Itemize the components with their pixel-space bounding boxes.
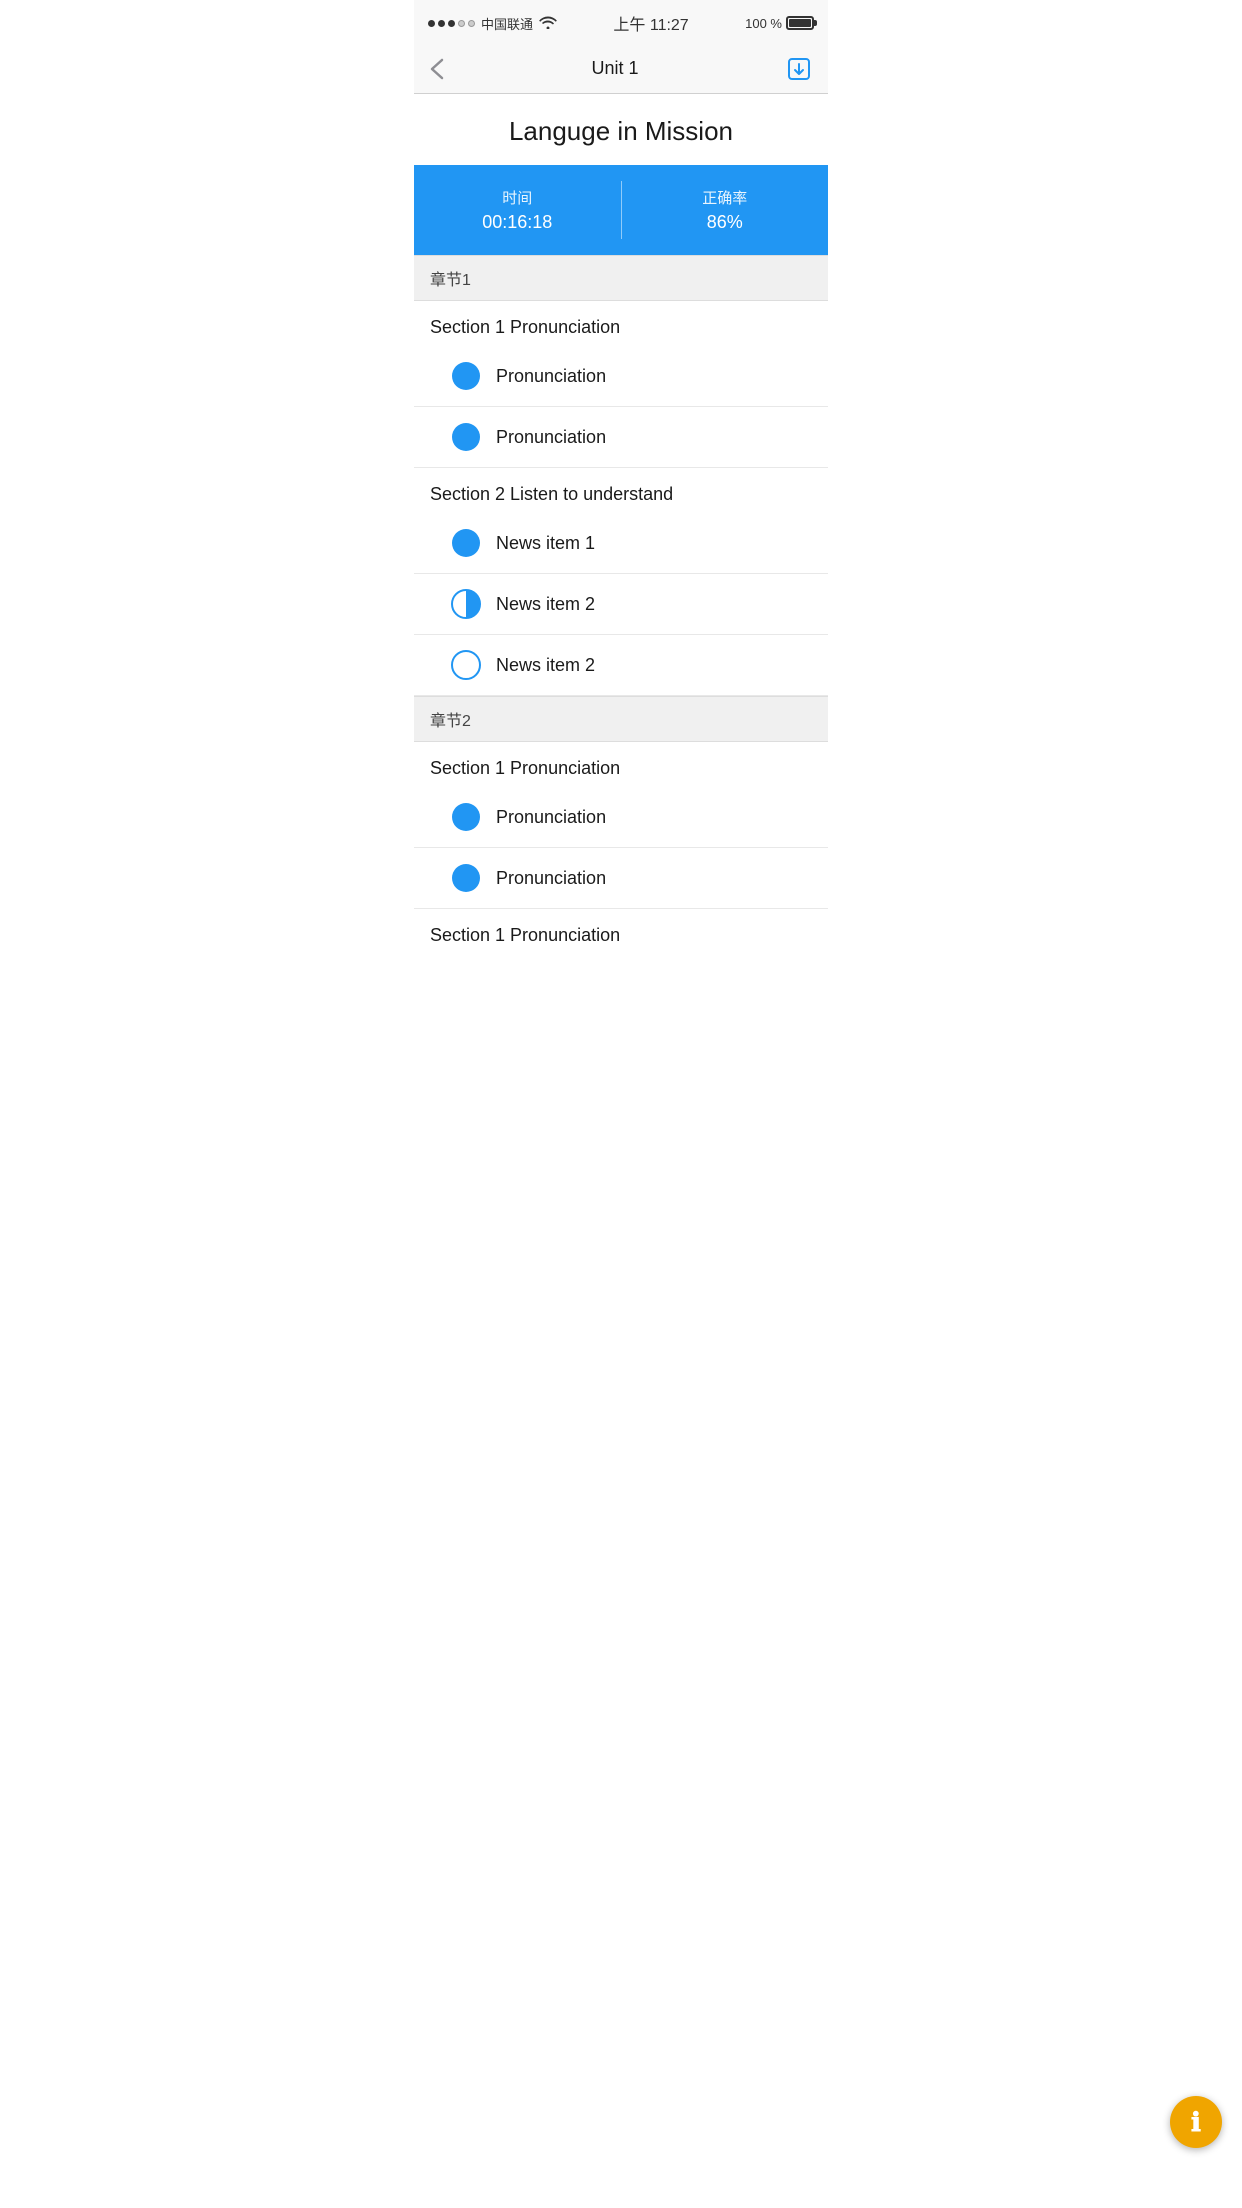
chapter-header-2: 章节2 bbox=[414, 696, 828, 742]
signal-dots bbox=[428, 20, 475, 27]
signal-dot-1 bbox=[428, 20, 435, 27]
section-header-4: Section 1 Pronunciation bbox=[414, 909, 828, 954]
page-title-section: Languge in Mission bbox=[414, 94, 828, 165]
accuracy-value: 86% bbox=[707, 212, 743, 233]
battery-percent: 100 % bbox=[745, 16, 782, 31]
back-button[interactable] bbox=[430, 58, 444, 80]
half-circle-icon bbox=[450, 588, 482, 620]
info-button[interactable]: ℹ bbox=[1170, 2096, 1222, 2148]
nav-title: Unit 1 bbox=[591, 58, 638, 79]
status-right: 100 % bbox=[745, 16, 814, 31]
list-item[interactable]: News item 1 bbox=[414, 513, 828, 574]
signal-dot-3 bbox=[448, 20, 455, 27]
item-label: News item 2 bbox=[496, 594, 595, 615]
carrier-label: 中国联通 bbox=[481, 14, 533, 33]
full-circle-icon bbox=[450, 527, 482, 559]
status-time: 上午 11:27 bbox=[613, 11, 688, 35]
battery-icon bbox=[786, 16, 814, 30]
chapter-header-1: 章节1 bbox=[414, 255, 828, 301]
wifi-icon bbox=[539, 15, 557, 32]
stat-accuracy: 正确率 86% bbox=[622, 165, 829, 255]
signal-dot-2 bbox=[438, 20, 445, 27]
list-item[interactable]: Pronunciation bbox=[414, 346, 828, 407]
nav-bar: Unit 1 bbox=[414, 44, 828, 94]
full-circle-icon bbox=[450, 360, 482, 392]
stats-banner: 时间 00:16:18 正确率 86% bbox=[414, 165, 828, 255]
list-item[interactable]: Pronunciation bbox=[414, 848, 828, 909]
full-circle-icon bbox=[450, 862, 482, 894]
list-item[interactable]: News item 2 bbox=[414, 635, 828, 696]
item-label: Pronunciation bbox=[496, 868, 606, 889]
status-bar: 中国联通 上午 11:27 100 % bbox=[414, 0, 828, 44]
section-header-3: Section 1 Pronunciation bbox=[414, 742, 828, 787]
item-label: Pronunciation bbox=[496, 366, 606, 387]
list-item[interactable]: News item 2 bbox=[414, 574, 828, 635]
page-title: Languge in Mission bbox=[430, 116, 812, 147]
list-item[interactable]: Pronunciation bbox=[414, 787, 828, 848]
signal-dot-5 bbox=[468, 20, 475, 27]
item-label: News item 1 bbox=[496, 533, 595, 554]
full-circle-icon bbox=[450, 421, 482, 453]
time-value: 00:16:18 bbox=[482, 212, 552, 233]
section-header-1: Section 1 Pronunciation bbox=[414, 301, 828, 346]
battery-fill bbox=[789, 19, 811, 27]
info-icon: ℹ bbox=[1191, 2109, 1201, 2135]
empty-circle-icon bbox=[450, 649, 482, 681]
item-label: Pronunciation bbox=[496, 807, 606, 828]
download-button[interactable] bbox=[786, 56, 812, 82]
accuracy-label: 正确率 bbox=[702, 187, 747, 208]
time-label: 时间 bbox=[502, 187, 532, 208]
item-label: News item 2 bbox=[496, 655, 595, 676]
signal-dot-4 bbox=[458, 20, 465, 27]
list-item[interactable]: Pronunciation bbox=[414, 407, 828, 468]
status-left: 中国联通 bbox=[428, 14, 557, 33]
full-circle-icon bbox=[450, 801, 482, 833]
item-label: Pronunciation bbox=[496, 427, 606, 448]
section-header-2: Section 2 Listen to understand bbox=[414, 468, 828, 513]
stat-time: 时间 00:16:18 bbox=[414, 165, 621, 255]
